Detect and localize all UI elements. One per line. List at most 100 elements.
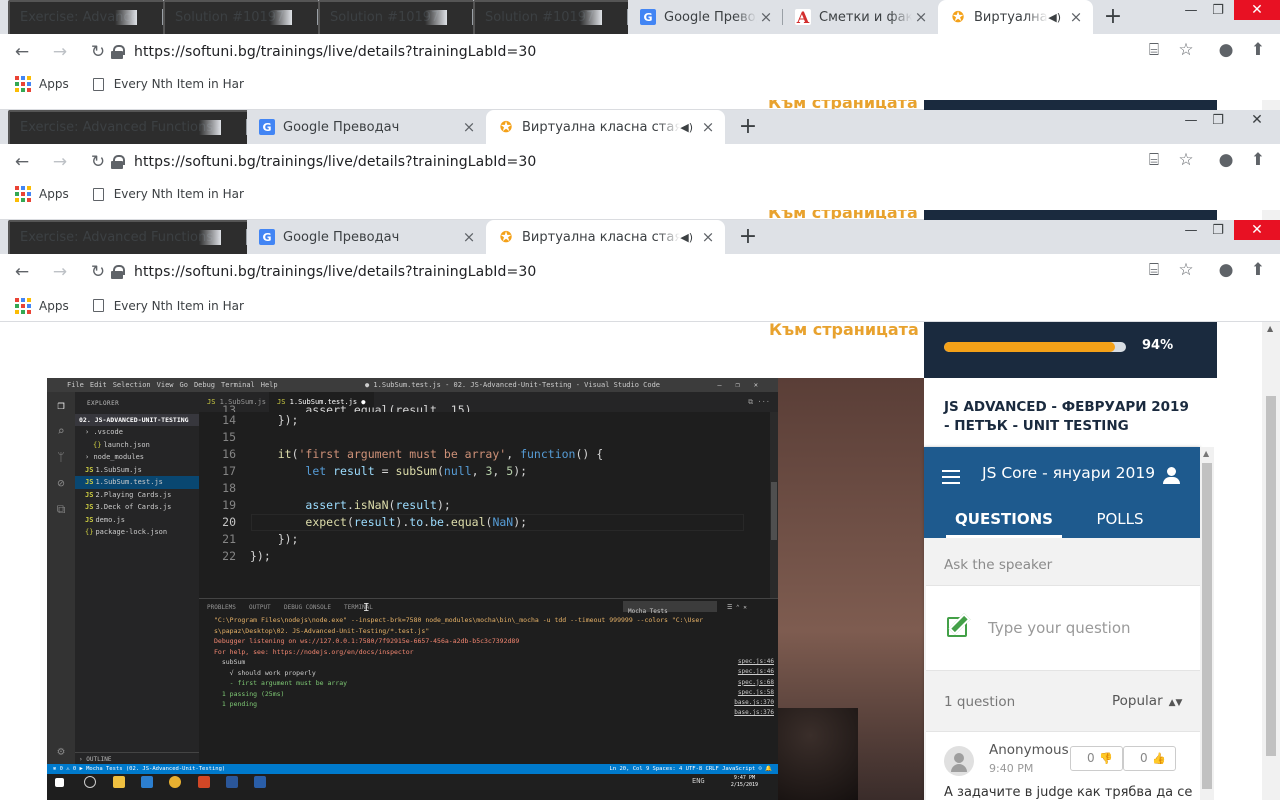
restore-button[interactable]: ❐ [1203, 110, 1233, 134]
scroll-up-icon[interactable]: ▲ [1267, 324, 1273, 333]
tab-solution-1[interactable]: Solution #10197× [163, 0, 318, 34]
new-tab-button[interactable]: + [734, 224, 762, 250]
reload-icon[interactable]: ↻ [82, 256, 114, 288]
back-icon[interactable]: ← [6, 36, 38, 68]
bookmark-item[interactable]: Every Nth Item in Har [114, 77, 244, 91]
url-text[interactable]: https://softuni.bg/trainings/live/detail… [134, 264, 536, 280]
minimize-button[interactable]: — [1176, 220, 1206, 244]
close-icon[interactable]: × [699, 118, 717, 136]
close-icon[interactable]: × [912, 8, 930, 26]
close-icon[interactable]: × [757, 8, 775, 26]
apps-bookmark[interactable]: Apps [39, 187, 69, 201]
forward-icon[interactable]: → [44, 146, 76, 178]
bookmark-star-icon[interactable]: ☆ [1174, 38, 1198, 62]
update-icon[interactable]: ⬆ [1246, 38, 1270, 62]
powerpoint-icon [198, 776, 210, 788]
profile-icon[interactable]: ● [1214, 38, 1238, 62]
close-window-button[interactable]: ✕ [1234, 0, 1280, 20]
tab-exercise[interactable]: Exercise: Advanced Functions - SoftUni J… [8, 220, 247, 254]
tab-google-translate[interactable]: G Google Преводач× [628, 0, 783, 34]
reload-icon[interactable]: ↻ [82, 146, 114, 178]
address-bar[interactable]: https://softuni.bg/trainings/live/detail… [111, 258, 1171, 286]
tab-title: Google Преводач [664, 9, 757, 25]
tab-exercise[interactable]: Exercise: Advanced Functions - SoftUni J… [8, 110, 247, 144]
apps-grid-icon[interactable] [15, 297, 31, 314]
tab-google-translate[interactable]: G Google Преводач× [247, 110, 486, 144]
upvote-button[interactable]: 0 👍 [1123, 746, 1176, 771]
apps-bookmark[interactable]: Apps [39, 299, 69, 313]
tab-solution-3[interactable]: Solution #10197× [473, 0, 628, 34]
tab-invoices[interactable]: A Сметки и фактури× [783, 0, 938, 34]
google-translate-icon: G [259, 119, 275, 135]
tab-questions[interactable]: QUESTIONS [946, 510, 1062, 538]
question-input[interactable]: Type your question [926, 585, 1200, 671]
new-tab-button[interactable]: + [1099, 4, 1127, 30]
scroll-thumb[interactable] [1202, 463, 1212, 789]
tab-google-translate[interactable]: G Google Преводач× [247, 220, 486, 254]
question-author: Anonymous [989, 742, 1069, 758]
restore-button[interactable]: ❐ [1203, 0, 1233, 24]
cortana-icon [84, 776, 96, 788]
minimize-button[interactable]: — [1176, 0, 1206, 24]
tab-polls[interactable]: POLLS [1080, 510, 1160, 538]
reload-icon[interactable]: ↻ [82, 36, 114, 68]
clock-time: 9:47 PM [733, 775, 755, 781]
file-item: JS 1.SubSum.test.js [75, 476, 199, 489]
hamburger-icon[interactable] [942, 470, 960, 484]
restore-button[interactable]: ❐ [1203, 220, 1233, 244]
new-tab-button[interactable]: + [734, 114, 762, 140]
profile-icon[interactable]: ● [1214, 258, 1238, 282]
back-to-page-link[interactable]: Към страницата❯ [769, 322, 940, 339]
back-link-label: Към страницата [769, 322, 919, 339]
profile-icon[interactable]: ● [1214, 148, 1238, 172]
question-time: 9:40 PM [989, 762, 1034, 775]
url-text[interactable]: https://softuni.bg/trainings/live/detail… [134, 154, 536, 170]
address-bar[interactable]: https://softuni.bg/trainings/live/detail… [111, 148, 1171, 176]
minimize-button[interactable]: — [1176, 110, 1206, 134]
update-icon[interactable]: ⬆ [1246, 148, 1270, 172]
speaker-icon[interactable]: ◀) [1048, 11, 1061, 24]
apps-grid-icon[interactable] [15, 186, 31, 202]
url-text[interactable]: https://softuni.bg/trainings/live/detail… [134, 44, 536, 60]
close-icon[interactable]: × [1067, 8, 1085, 26]
forward-icon[interactable]: → [44, 36, 76, 68]
video-player[interactable]: File Edit Selection View Go Debug Terminal Help… [47, 378, 924, 800]
tab-virtual-classroom[interactable]: ✪ Виртуална класна стая - JS Advanced◀) × [486, 220, 725, 254]
bookmarks-bar: Apps Every Nth Item in Har [0, 290, 1280, 322]
bookmark-star-icon[interactable]: ☆ [1174, 148, 1198, 172]
progress-fill [944, 342, 1116, 352]
google-translate-icon: G [640, 9, 656, 25]
close-window-button[interactable]: ✕ [1234, 110, 1280, 130]
translate-icon[interactable]: ⌸ [1142, 258, 1166, 282]
tab-exercise[interactable]: Exercise: Advanced Functions - SoftUni J… [8, 0, 163, 34]
address-bar[interactable]: https://softuni.bg/trainings/live/detail… [111, 38, 1171, 66]
back-icon[interactable]: ← [6, 256, 38, 288]
close-icon[interactable]: × [460, 228, 478, 246]
tab-virtual-classroom[interactable]: ✪ Виртуална класна стая - JS Advanced◀) × [938, 0, 1093, 34]
widget-scrollbar[interactable]: ▲ [1200, 447, 1214, 800]
page-scrollbar[interactable]: ▲ [1262, 322, 1280, 800]
close-icon[interactable]: × [699, 228, 717, 246]
user-icon[interactable] [1162, 466, 1182, 486]
speaker-icon[interactable]: ◀) [680, 231, 693, 244]
forward-icon[interactable]: → [44, 256, 76, 288]
translate-icon[interactable]: ⌸ [1142, 38, 1166, 62]
close-icon[interactable]: × [460, 118, 478, 136]
sort-dropdown[interactable]: Popular ▲▼ [1112, 693, 1182, 709]
bookmark-item[interactable]: Every Nth Item in Har [114, 299, 244, 313]
bookmark-star-icon[interactable]: ☆ [1174, 258, 1198, 282]
tab-solution-2[interactable]: Solution #10197× [318, 0, 473, 34]
scroll-up-icon[interactable]: ▲ [1203, 449, 1209, 458]
back-icon[interactable]: ← [6, 146, 38, 178]
tab-virtual-classroom[interactable]: ✪ Виртуална класна стая - JS Advanced◀) × [486, 110, 725, 144]
output-line: √ should work properly [214, 668, 316, 677]
update-icon[interactable]: ⬆ [1246, 258, 1270, 282]
bookmark-item[interactable]: Every Nth Item in Har [114, 187, 244, 201]
apps-bookmark[interactable]: Apps [39, 77, 69, 91]
apps-grid-icon[interactable] [15, 76, 31, 92]
scroll-thumb[interactable] [1266, 396, 1276, 756]
close-window-button[interactable]: ✕ [1234, 220, 1280, 240]
downvote-button[interactable]: 0 👎 [1070, 746, 1123, 771]
translate-icon[interactable]: ⌸ [1142, 148, 1166, 172]
speaker-icon[interactable]: ◀) [680, 121, 693, 134]
